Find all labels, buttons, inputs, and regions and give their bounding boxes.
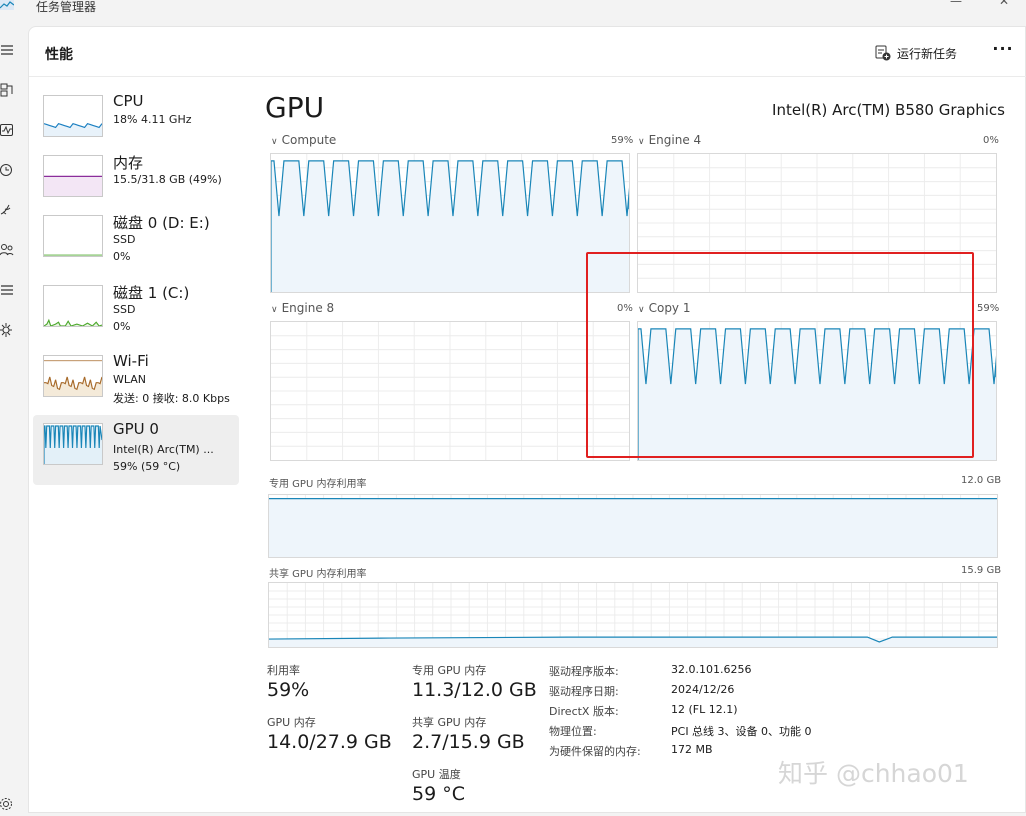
processes-icon[interactable] — [0, 82, 16, 98]
page-title: 性能 — [45, 47, 73, 63]
hardware-reserved-memory-value: 172 MB — [671, 743, 713, 756]
engine-percent: 59% — [977, 303, 1000, 314]
minimize-button[interactable]: — — [946, 0, 966, 8]
disk1-usage-line — [44, 318, 102, 326]
hamburger-menu-icon[interactable] — [0, 42, 16, 58]
cpu-thumbnail-graph — [43, 95, 103, 137]
device-detail: 59% (59 °C) — [113, 460, 181, 473]
shared-memory-graph — [268, 582, 998, 648]
close-button[interactable]: ✕ — [994, 0, 1014, 8]
app-history-icon[interactable] — [0, 162, 16, 178]
device-type: Intel(R) Arc(TM) ... — [113, 443, 214, 456]
dedicated-memory-label: 专用 GPU 内存 — [412, 664, 487, 677]
device-name: Wi-Fi — [113, 352, 149, 370]
hardware-reserved-memory-label: 为硬件保留的内存: — [549, 745, 641, 758]
driver-version-label: 驱动程序版本: — [549, 665, 619, 678]
engine-selector-engine-8[interactable]: ∨ Engine 8 — [271, 301, 334, 315]
users-icon[interactable] — [0, 242, 16, 258]
left-navigation — [0, 22, 28, 813]
engine-label: Compute — [281, 133, 337, 147]
directx-version-value: 12 (FL 12.1) — [671, 703, 738, 716]
device-disk-0[interactable]: 磁盘 0 (D: E:) SSD 0% — [33, 207, 239, 277]
engine-percent: 59% — [611, 135, 634, 146]
shared-memory-max: 15.9 GB — [961, 565, 1002, 576]
physical-location-value: PCI 总线 3、设备 0、功能 0 — [671, 725, 812, 738]
dedicated-memory-max: 12.0 GB — [961, 475, 1002, 486]
wifi-thumbnail-graph — [43, 355, 103, 397]
utilization-value: 59% — [267, 679, 310, 701]
watermark: 知乎 @chhao01 — [778, 759, 969, 788]
device-disk-1[interactable]: 磁盘 1 (C:) SSD 0% — [33, 277, 239, 347]
startup-apps-icon[interactable] — [0, 202, 16, 218]
gpu-heading: GPU — [265, 91, 325, 124]
device-wifi[interactable]: Wi-Fi WLAN 发送: 0 接收: 8.0 Kbps — [33, 347, 239, 417]
device-detail: 15.5/31.8 GB (49%) — [113, 173, 222, 186]
driver-date-value: 2024/12/26 — [671, 683, 735, 696]
directx-version-label: DirectX 版本: — [549, 705, 619, 718]
gpu-temperature-label: GPU 温度 — [412, 768, 461, 781]
engine-selector-compute[interactable]: ∨ Compute — [271, 133, 336, 147]
driver-date-label: 驱动程序日期: — [549, 685, 619, 698]
disk1-thumbnail-graph — [43, 285, 103, 327]
settings-icon[interactable] — [0, 796, 16, 812]
shared-memory-value: 2.7/15.9 GB — [412, 731, 525, 753]
engine-8-graph — [270, 321, 630, 461]
performance-icon[interactable] — [0, 116, 22, 144]
device-name: 磁盘 0 (D: E:) — [113, 214, 210, 232]
utilization-label: 利用率 — [267, 664, 300, 677]
gpu-thumbnail-graph — [43, 423, 103, 465]
device-detail: 18% 4.11 GHz — [113, 113, 192, 126]
memory-usage-fill — [44, 176, 102, 196]
shared-memory-label: 共享 GPU 内存 — [412, 716, 487, 729]
device-type: SSD — [113, 233, 136, 246]
dedicated-memory-graph — [268, 494, 998, 558]
device-name: GPU 0 — [113, 420, 159, 438]
device-detail: 0% — [113, 320, 131, 333]
memory-thumbnail-graph — [43, 155, 103, 197]
gpu-memory-label: GPU 内存 — [267, 716, 316, 729]
run-new-task-label: 运行新任务 — [897, 46, 958, 61]
run-new-task-icon — [875, 45, 891, 61]
gpu-model-name: Intel(R) Arc(TM) B580 Graphics — [772, 101, 1005, 119]
engine-label: Engine 4 — [648, 133, 702, 147]
services-icon[interactable] — [0, 322, 16, 338]
more-options-button[interactable]: ··· — [991, 39, 1015, 63]
page-header: 性能 运行新任务 ··· — [29, 27, 1026, 77]
driver-version-value: 32.0.101.6256 — [671, 663, 752, 676]
physical-location-label: 物理位置: — [549, 725, 597, 738]
chevron-down-icon: ∨ — [271, 137, 278, 147]
run-new-task-button[interactable]: 运行新任务 — [875, 43, 957, 63]
device-detail: 发送: 0 接收: 8.0 Kbps — [113, 392, 230, 405]
device-gpu-0[interactable]: GPU 0 Intel(R) Arc(TM) ... 59% (59 °C) — [33, 415, 239, 485]
shared-memory-graph-label: 共享 GPU 内存利用率 — [269, 569, 367, 580]
engine-label: Engine 8 — [281, 301, 335, 315]
device-name: 内存 — [113, 154, 144, 172]
device-name: CPU — [113, 92, 144, 110]
disk0-thumbnail-graph — [43, 215, 103, 257]
device-name: 磁盘 1 (C:) — [113, 284, 190, 302]
device-type: SSD — [113, 303, 136, 316]
gpu-memory-value: 14.0/27.9 GB — [267, 731, 392, 753]
details-icon[interactable] — [0, 282, 16, 298]
compute-graph — [270, 153, 630, 293]
copy-1-highlight-box — [586, 252, 974, 458]
window-title: 任务管理器 — [36, 0, 97, 14]
task-manager-app-icon — [0, 0, 14, 10]
engine-selector-engine-4[interactable]: ∨ Engine 4 — [638, 133, 701, 147]
dedicated-memory-graph-label: 专用 GPU 内存利用率 — [269, 479, 367, 490]
dedicated-memory-fill — [269, 498, 997, 557]
dedicated-memory-value: 11.3/12.0 GB — [412, 679, 537, 701]
gpu-temperature-value: 59 °C — [412, 783, 465, 805]
chevron-down-icon: ∨ — [271, 305, 278, 315]
title-bar: 任务管理器 — ✕ — [0, 0, 1026, 22]
chevron-down-icon: ∨ — [638, 137, 645, 147]
device-type: WLAN — [113, 373, 147, 386]
engine-percent: 0% — [983, 135, 999, 146]
device-detail: 0% — [113, 250, 131, 263]
